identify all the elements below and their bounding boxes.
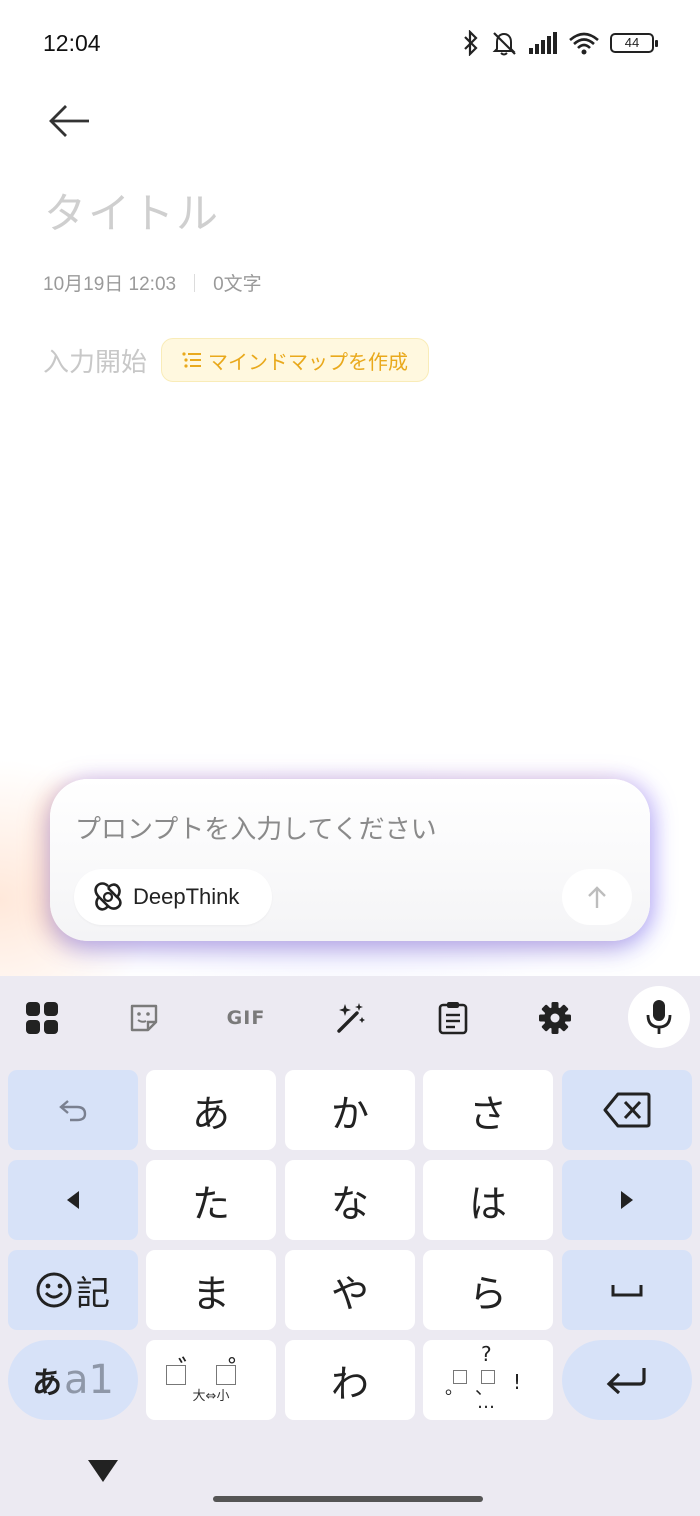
sticker-button[interactable]	[120, 994, 168, 1042]
apps-grid-button[interactable]	[18, 994, 66, 1042]
home-indicator[interactable]	[213, 1496, 483, 1502]
sticker-icon	[130, 1004, 158, 1032]
smiley-icon	[36, 1272, 72, 1308]
space-icon	[611, 1285, 643, 1297]
backspace-icon	[603, 1092, 651, 1128]
prompt-input[interactable]: プロンプトを入力してください	[75, 809, 437, 846]
settings-button[interactable]	[531, 994, 579, 1042]
microphone-button[interactable]	[628, 986, 690, 1048]
key-a[interactable]: あ	[146, 1070, 276, 1150]
triangle-right-icon	[621, 1191, 633, 1209]
status-icons: 44	[462, 30, 658, 56]
note-date: 10月19日 12:03	[43, 274, 177, 295]
arrow-up-icon	[588, 886, 606, 908]
gif-button[interactable]: GIF	[222, 994, 270, 1042]
key-ta[interactable]: た	[146, 1160, 276, 1240]
enter-key[interactable]	[562, 1340, 692, 1420]
cursor-left-key[interactable]	[8, 1160, 138, 1240]
emoji-symbol-key[interactable]: 記	[8, 1250, 138, 1330]
deepthink-icon	[94, 882, 122, 911]
cursor-right-key[interactable]	[562, 1160, 692, 1240]
body-row: 入力開始 マインドマップを作成	[43, 338, 430, 382]
settings-gear-icon	[539, 1002, 571, 1034]
deepthink-button[interactable]: DeepThink	[74, 869, 272, 925]
key-wa[interactable]: わ	[285, 1340, 415, 1420]
dakuten-marks: ゛ ゜	[165, 1353, 257, 1387]
period-box	[453, 1370, 467, 1384]
signal-icon	[529, 32, 557, 54]
mode-alnum-label: a1	[64, 1357, 114, 1403]
kigo-label: 記	[76, 1273, 110, 1314]
undo-key[interactable]	[8, 1070, 138, 1150]
battery-icon: 44	[610, 33, 658, 53]
question-mark: ?	[481, 1342, 492, 1366]
chevron-down-icon	[88, 1460, 118, 1482]
title-input[interactable]: タイトル	[44, 180, 220, 241]
body-input[interactable]: 入力開始	[43, 342, 147, 379]
comma-box	[481, 1370, 495, 1384]
size-toggle-label: 大⇔小	[192, 1388, 230, 1404]
keyboard-toolbar: GIF	[0, 976, 700, 1060]
exclaim-mark: !	[513, 1370, 522, 1394]
clipboard-button[interactable]	[429, 994, 477, 1042]
arrow-left-icon	[49, 105, 89, 137]
mode-kana-label: あ	[32, 1366, 63, 1401]
enter-icon	[606, 1368, 646, 1394]
status-bar: 12:04 44	[0, 0, 700, 90]
send-button[interactable]	[562, 869, 632, 925]
magic-wand-icon	[337, 1003, 365, 1033]
key-sa[interactable]: さ	[423, 1070, 553, 1150]
hide-keyboard-button[interactable]	[86, 1458, 120, 1488]
punctuation-key[interactable]: ? 。 、 ! …	[423, 1340, 553, 1420]
keyboard: GIF あ か さ た な は 記 ま や ら あ a1 ゛ ゜ 大⇔小 わ ?…	[0, 976, 700, 1516]
note-meta: 10月19日 12:03 0文字	[43, 269, 262, 296]
wifi-icon	[569, 32, 599, 55]
undo-icon	[59, 1100, 87, 1122]
bluetooth-icon	[464, 30, 478, 56]
ellipsis-mark: …	[477, 1392, 495, 1413]
space-key[interactable]	[562, 1250, 692, 1330]
char-count: 0文字	[213, 274, 262, 295]
handakuten-mark: ゜	[228, 1353, 257, 1387]
dakuten-mark: ゛	[177, 1353, 206, 1387]
deepthink-label: DeepThink	[133, 884, 240, 909]
input-mode-key[interactable]: あ a1	[8, 1340, 138, 1420]
key-ra[interactable]: ら	[423, 1250, 553, 1330]
status-time: 12:04	[43, 30, 101, 56]
punctuation-glyphs: ? 。 、 ! …	[423, 1340, 553, 1420]
back-button[interactable]	[48, 102, 92, 140]
clipboard-icon	[438, 1002, 468, 1035]
magic-wand-button[interactable]	[326, 994, 374, 1042]
create-mindmap-label: マインドマップを作成	[208, 351, 409, 374]
key-ka[interactable]: か	[285, 1070, 415, 1150]
apps-grid-icon	[26, 1002, 58, 1034]
triangle-left-icon	[67, 1191, 79, 1209]
key-na[interactable]: な	[285, 1160, 415, 1240]
dakuten-key[interactable]: ゛ ゜ 大⇔小	[146, 1340, 276, 1420]
prompt-box: プロンプトを入力してください DeepThink	[50, 779, 650, 941]
create-mindmap-button[interactable]: マインドマップを作成	[161, 338, 430, 382]
key-ma[interactable]: ま	[146, 1250, 276, 1330]
gif-icon: GIF	[226, 1007, 266, 1029]
list-icon	[182, 352, 202, 368]
microphone-icon	[646, 1000, 672, 1034]
key-ha[interactable]: は	[423, 1160, 553, 1240]
meta-divider	[194, 273, 196, 292]
key-ya[interactable]: や	[285, 1250, 415, 1330]
bell-muted-icon	[492, 32, 516, 56]
backspace-key[interactable]	[562, 1070, 692, 1150]
